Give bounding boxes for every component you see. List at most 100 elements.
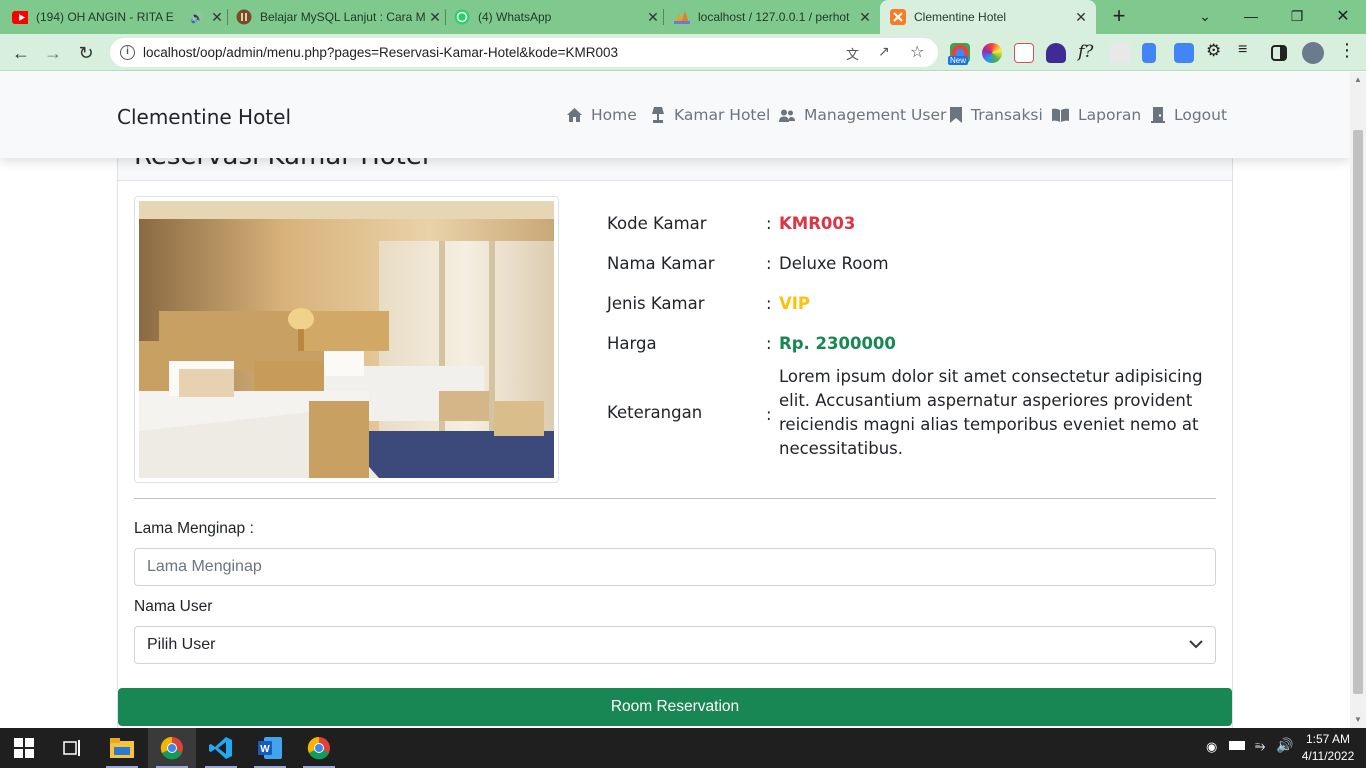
harga-value: Rp. 2300000 [779, 334, 896, 353]
address-bar[interactable]: i localhost/oop/admin/menu.php?pages=Res… [110, 38, 938, 67]
chrome-taskbar-icon[interactable] [148, 728, 196, 768]
navbar-brand[interactable]: Clementine Hotel [117, 105, 291, 129]
nav-link-label: Logout [1174, 106, 1228, 124]
forward-button[interactable]: → [40, 40, 66, 66]
nama-user-select[interactable]: Pilih User [134, 626, 1216, 664]
calendar-icon[interactable] [1014, 43, 1034, 63]
nav-link-management-user[interactable]: Management User [779, 106, 946, 124]
graduation-icon[interactable] [1046, 43, 1066, 63]
users-icon [779, 109, 795, 122]
volume-icon[interactable]: 🔊 [1276, 737, 1293, 754]
color-picker-icon[interactable] [982, 43, 1002, 63]
share-icon[interactable]: ↗ [878, 43, 890, 60]
door-icon [1151, 107, 1165, 123]
harga-label: Harga [607, 334, 657, 353]
puzzle-icon[interactable]: ⚙ [1206, 41, 1221, 61]
side-panel-icon[interactable] [1271, 45, 1287, 61]
colon: : [766, 214, 772, 233]
webcam-icon[interactable]: ◉ [1206, 739, 1217, 755]
book-icon [1052, 108, 1069, 122]
windows-taskbar: W ◉ ⥱ 🔊 1:57 AM 4/11/2022 [0, 728, 1366, 768]
extension-badge: New [948, 56, 969, 65]
scroll-up-arrow[interactable]: ▲ [1350, 72, 1366, 88]
home-icon [567, 108, 582, 122]
formula-icon[interactable]: f? [1078, 42, 1093, 62]
extension-icon[interactable] [1110, 43, 1130, 63]
colon: : [766, 294, 772, 313]
scroll-down-arrow[interactable]: ▼ [1350, 712, 1366, 728]
close-tab-icon[interactable]: ✕ [1072, 9, 1090, 26]
close-tab-icon[interactable]: ✕ [426, 9, 444, 26]
tab-youtube[interactable]: (194) OH ANGIN - RITA E 🔊 ✕ [12, 0, 226, 34]
lama-menginap-input[interactable] [134, 548, 1216, 586]
new-tab-button[interactable]: + [1096, 0, 1142, 32]
nav-link-label: Laporan [1078, 106, 1142, 124]
windows-start-icon[interactable] [0, 728, 48, 768]
word-icon[interactable]: W [246, 728, 294, 768]
tab-title: (4) WhatsApp [478, 10, 552, 24]
avatar[interactable] [1302, 42, 1324, 64]
back-button[interactable]: ← [8, 40, 34, 66]
tab-whatsapp[interactable]: (4) WhatsApp ✕ [454, 0, 662, 34]
battery-icon[interactable] [1229, 741, 1245, 750]
scrollbar-thumb[interactable] [1353, 130, 1363, 694]
nav-link-transaksi[interactable]: Transaksi [950, 106, 1043, 124]
close-window-button[interactable]: ✕ [1320, 0, 1366, 32]
browser-tab-bar: (194) OH ANGIN - RITA E 🔊 ✕ Belajar MySQ… [0, 0, 1366, 34]
select-value: Pilih User [147, 636, 216, 653]
tab-divider [227, 9, 228, 25]
reading-list-icon[interactable]: ≡ [1238, 41, 1247, 59]
svg-text:W: W [260, 744, 270, 755]
kode-kamar-label: Kode Kamar [607, 214, 707, 233]
tab-search-icon[interactable]: ⌄ [1182, 0, 1228, 32]
task-view-icon[interactable] [48, 728, 96, 768]
tab-belajar-mysql[interactable]: Belajar MySQL Lanjut : Cara M ✕ [236, 0, 444, 34]
scrollbar[interactable]: ▲ ▼ [1350, 72, 1366, 728]
clock-date: 4/11/2022 [1301, 749, 1355, 763]
minimize-button[interactable]: — [1228, 0, 1274, 32]
jenis-kamar-label: Jenis Kamar [607, 294, 705, 313]
nav-link-home[interactable]: Home [567, 106, 637, 124]
docs-icon[interactable] [1142, 43, 1156, 63]
nav-link-logout[interactable]: Logout [1151, 106, 1227, 124]
wifi-icon[interactable]: ⥱ [1255, 738, 1265, 754]
vscode-icon[interactable] [197, 728, 245, 768]
close-tab-icon[interactable]: ✕ [644, 9, 662, 26]
nav-link-kamar-hotel[interactable]: Kamar Hotel [651, 106, 770, 124]
tab-phpmyadmin[interactable]: localhost / 127.0.0.1 / perhot ✕ [674, 0, 874, 34]
bookmark-star-icon[interactable]: ☆ [910, 42, 924, 62]
url-text: localhost/oop/admin/menu.php?pages=Reser… [143, 45, 619, 60]
phpmyadmin-icon [674, 9, 690, 25]
room-reservation-button[interactable]: Room Reservation [118, 688, 1232, 726]
close-tab-icon[interactable]: ✕ [208, 9, 226, 26]
close-tab-icon[interactable]: ✕ [856, 9, 874, 26]
colon: : [766, 405, 772, 424]
nama-user-label: Nama User [134, 598, 213, 615]
page-content: Reservasi Kamar Hotel Clementine Hotel H… [0, 72, 1350, 728]
reload-button[interactable]: ↻ [73, 40, 99, 66]
audio-icon[interactable]: 🔊 [190, 11, 204, 24]
clock-time: 1:57 AM [1305, 732, 1351, 746]
translate-extension-icon[interactable] [1174, 43, 1194, 63]
youtube-icon [12, 9, 28, 25]
restore-button[interactable]: ❐ [1274, 0, 1320, 32]
file-explorer-icon[interactable] [98, 728, 146, 768]
chrome-icon[interactable] [295, 728, 343, 768]
tab-title: (194) OH ANGIN - RITA E [36, 10, 174, 24]
nav-link-label: Kamar Hotel [674, 106, 771, 124]
tab-title: localhost / 127.0.0.1 / perhot [698, 10, 850, 24]
site-icon [236, 9, 252, 25]
translate-icon[interactable]: 文 [846, 44, 859, 63]
nav-link-label: Management User [804, 106, 947, 124]
nav-link-label: Home [591, 106, 637, 124]
nama-kamar-label: Nama Kamar [607, 254, 715, 273]
tab-clementine-hotel[interactable]: Clementine Hotel ✕ [880, 0, 1096, 34]
nav-link-laporan[interactable]: Laporan [1052, 106, 1141, 124]
tab-divider [663, 9, 664, 25]
system-clock[interactable]: 1:57 AM 4/11/2022 [1296, 731, 1360, 765]
info-icon[interactable]: i [120, 45, 135, 60]
colon: : [766, 254, 772, 273]
lama-menginap-label: Lama Menginap : [134, 520, 254, 537]
lamp-icon [651, 107, 665, 123]
menu-icon[interactable]: ⋮ [1338, 40, 1356, 61]
